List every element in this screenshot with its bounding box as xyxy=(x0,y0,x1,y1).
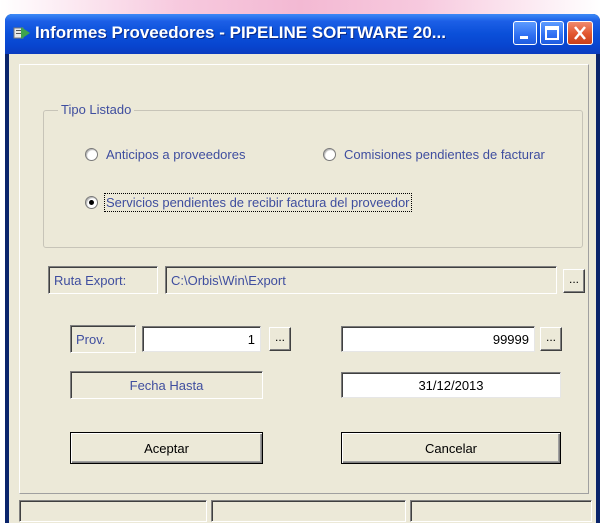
prov-to-input[interactable]: 99999 xyxy=(341,326,535,352)
cancelar-button[interactable]: Cancelar xyxy=(341,432,561,464)
radio-icon xyxy=(85,148,98,161)
status-bar xyxy=(11,500,594,523)
maximize-button[interactable] xyxy=(540,21,564,45)
status-pane xyxy=(211,500,406,522)
radio-comisiones[interactable]: Comisiones pendientes de facturar xyxy=(323,147,545,162)
dialog-client-area: Tipo Listado Anticipos a proveedores Com… xyxy=(9,54,596,523)
prov-from-browse-button[interactable]: ... xyxy=(269,327,291,351)
maximize-icon xyxy=(545,26,559,40)
aceptar-button[interactable]: Aceptar xyxy=(70,432,263,464)
minimize-button[interactable] xyxy=(513,21,537,45)
prov-from-input[interactable]: 1 xyxy=(142,326,261,352)
close-icon xyxy=(574,26,586,40)
radio-icon xyxy=(85,196,98,209)
radio-servicios-label: Servicios pendientes de recibir factura … xyxy=(104,193,412,212)
radio-anticipos[interactable]: Anticipos a proveedores xyxy=(85,147,245,162)
ruta-export-browse-button[interactable]: ... xyxy=(563,269,585,293)
prov-label: Prov. xyxy=(70,325,136,353)
tipo-listado-group xyxy=(43,110,583,248)
status-pane xyxy=(19,500,207,522)
fecha-hasta-input[interactable]: 31/12/2013 xyxy=(341,372,561,398)
window-title: Informes Proveedores - PIPELINE SOFTWARE… xyxy=(35,23,446,42)
fecha-hasta-label: Fecha Hasta xyxy=(70,371,263,399)
group-legend: Tipo Listado xyxy=(58,102,135,117)
status-pane xyxy=(410,500,592,522)
ruta-export-path: C:\Orbis\Win\Export xyxy=(165,266,557,294)
close-button[interactable] xyxy=(567,21,593,45)
dialog-window: Informes Proveedores - PIPELINE SOFTWARE… xyxy=(5,14,600,523)
radio-icon xyxy=(323,148,336,161)
form-panel: Tipo Listado Anticipos a proveedores Com… xyxy=(19,64,589,494)
radio-anticipos-label: Anticipos a proveedores xyxy=(106,147,246,162)
title-bar[interactable]: Informes Proveedores - PIPELINE SOFTWARE… xyxy=(5,14,600,54)
background-strip xyxy=(0,0,600,14)
ruta-export-label: Ruta Export: xyxy=(48,266,158,294)
minimize-icon xyxy=(520,36,528,39)
radio-comisiones-label: Comisiones pendientes de facturar xyxy=(344,147,545,162)
app-icon xyxy=(13,27,30,39)
radio-servicios[interactable]: Servicios pendientes de recibir factura … xyxy=(85,193,412,212)
prov-to-browse-button[interactable]: ... xyxy=(540,327,562,351)
